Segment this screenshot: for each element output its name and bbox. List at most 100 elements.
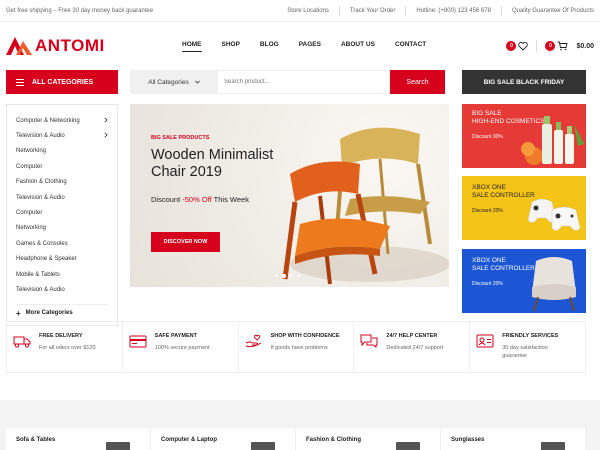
category-list: Computer & Networking Television & Audio N…: [6, 104, 118, 326]
category-label: Mobile & Tablets: [16, 271, 60, 278]
wishlist-button[interactable]: 0: [506, 41, 529, 51]
category-item[interactable]: Games & Consoles: [16, 236, 108, 251]
search-input[interactable]: [218, 70, 390, 94]
category-card[interactable]: Computer & Laptop: [151, 428, 296, 450]
truck-icon: [13, 334, 31, 350]
category-card[interactable]: Sofa & Tables: [6, 428, 151, 450]
category-item[interactable]: Headphone & Speaker: [16, 252, 108, 267]
slider-dot[interactable]: [290, 274, 293, 277]
nav-blog[interactable]: BLOG: [260, 41, 279, 52]
search-button[interactable]: Search: [390, 70, 445, 94]
feature-text: SHOP WITH CONFIDENCE If goods have proble…: [270, 333, 340, 352]
feature-desc: Dedicated 24/7 support: [386, 345, 444, 351]
logo[interactable]: ANTOMI: [6, 36, 166, 56]
feature-item: FRIENDLY SERVICES 30 day satisfaction gua…: [469, 322, 585, 372]
category-item[interactable]: Networking: [16, 221, 108, 236]
discount-suffix: This Week: [211, 195, 249, 204]
discover-now-button[interactable]: DISCOVER NOW: [151, 232, 220, 252]
category-card-label: Sunglasses: [451, 437, 485, 443]
banner-discount: Discount 20%: [472, 281, 503, 287]
category-label: Headphone & Speaker: [16, 256, 77, 263]
menu-icon: [16, 78, 24, 86]
feature-strip: FREE DELIVERY For all oders over $120 SAFE…: [6, 321, 586, 373]
chevron-right-icon: [104, 117, 108, 125]
store-locations-link[interactable]: Store Locations: [287, 8, 329, 14]
feature-title: FREE DELIVERY: [39, 333, 83, 339]
feature-title: 24/7 HELP CENTER: [386, 333, 438, 339]
category-item[interactable]: Television & Audio: [16, 190, 108, 205]
category-label: Computer: [16, 210, 43, 217]
cart-count: 0: [545, 41, 556, 51]
slider-dot[interactable]: [275, 274, 278, 277]
plus-icon: +: [16, 308, 21, 318]
category-cards: Sofa & Tables Computer & Laptop Fashion & …: [6, 428, 586, 450]
category-card-label: Sofa & Tables: [16, 437, 56, 443]
chat-icon: [360, 334, 378, 350]
track-order-link[interactable]: Track Your Order: [350, 8, 395, 14]
banner-line1: XBOX ONE: [472, 184, 506, 191]
hero-title: Wooden Minimalist Chair 2019: [151, 147, 274, 180]
category-item[interactable]: Computer: [16, 159, 108, 174]
banner-xbox-blue[interactable]: XBOX ONE SALE CONTROLLER Discount 20%: [462, 249, 586, 313]
category-item[interactable]: Computer: [16, 205, 108, 220]
banner-xbox-yellow[interactable]: XBOX ONE SALE CONTROLLER Discount 20%: [462, 176, 586, 240]
search-bar: All Categories Search: [130, 70, 445, 94]
category-item[interactable]: Television & Audio: [16, 128, 108, 143]
category-card[interactable]: Fashion & Clothing: [296, 428, 441, 450]
category-card-label: Fashion & Clothing: [306, 437, 361, 443]
divider: [500, 5, 502, 16]
more-categories-link[interactable]: + More Categories: [16, 309, 108, 318]
category-item[interactable]: Computer & Networking: [16, 113, 108, 128]
hand-heart-icon: [245, 334, 263, 350]
category-card-image: [106, 442, 130, 450]
chair-image: [282, 127, 449, 285]
slider-dot[interactable]: [282, 273, 286, 278]
nav-home[interactable]: HOME: [182, 41, 202, 52]
feature-text: SAFE PAYMENT 100% secure payment: [154, 333, 210, 352]
quality-guarantee-link[interactable]: Quality Guarantee Of Products: [512, 8, 594, 14]
category-item[interactable]: Television & Audio: [16, 282, 108, 297]
nav-shop[interactable]: SHOP: [222, 41, 240, 52]
top-bar: Get free shipping – Free 30 day money ba…: [0, 0, 600, 22]
wishlist-count: 0: [506, 41, 517, 51]
hero-tag: BIG SALE PRODUCTS: [151, 135, 210, 141]
feature-item: FREE DELIVERY For all oders over $120: [6, 322, 122, 372]
feature-title: SHOP WITH CONFIDENCE: [270, 333, 340, 339]
category-select[interactable]: All Categories: [130, 70, 218, 94]
cosmetics-image: [521, 116, 584, 165]
nav-about-us[interactable]: ABOUT US: [341, 41, 375, 52]
category-card[interactable]: Sunglasses: [441, 428, 586, 450]
discount-prefix: Discount: [151, 195, 183, 204]
category-item[interactable]: Fashion & Clothing: [16, 175, 108, 190]
category-label: Television & Audio: [16, 133, 65, 140]
slider-dots: [275, 273, 300, 278]
cart-total: $0.00: [576, 42, 594, 50]
banner-line1: XBOX ONE: [472, 257, 506, 264]
top-links: Store Locations Track Your Order Hotline…: [287, 5, 594, 16]
banner-cosmetics[interactable]: BIG SALE HIGH-END COSMETICS Discount 30%: [462, 104, 586, 168]
slider-dot[interactable]: [297, 274, 300, 277]
category-item[interactable]: Mobile & Tablets: [16, 267, 108, 282]
category-label: Networking: [16, 148, 47, 155]
main-header: ANTOMI HOME SHOP BLOG PAGES ABOUT US CON…: [0, 22, 600, 70]
all-categories-button[interactable]: ALL CATEGORIES: [6, 70, 118, 94]
category-item[interactable]: Networking: [16, 144, 108, 159]
feature-text: FRIENDLY SERVICES 30 day satisfaction gua…: [502, 333, 572, 360]
chevron-right-icon: [104, 132, 108, 140]
feature-item: SAFE PAYMENT 100% secure payment: [121, 322, 238, 372]
category-label: Television & Audio: [16, 194, 65, 201]
category-card-image: [396, 442, 420, 450]
category-select-value: All Categories: [148, 78, 189, 86]
divider: [16, 303, 108, 305]
category-card-label: Computer & Laptop: [161, 437, 217, 443]
feature-desc: 30 day satisfaction guarantee: [502, 345, 548, 359]
credit-card-icon: [129, 334, 147, 350]
black-friday-button[interactable]: BIG SALE BLACK FRIDAY: [462, 70, 586, 94]
category-label: Games & Consoles: [16, 240, 68, 247]
nav-pages[interactable]: PAGES: [299, 41, 321, 52]
hero-slider[interactable]: BIG SALE PRODUCTS Wooden Minimalist Chai…: [130, 104, 449, 287]
cart-button[interactable]: 0 $0.00: [545, 41, 594, 51]
logo-mark-icon: [6, 37, 32, 55]
nav-contact[interactable]: CONTACT: [395, 41, 426, 52]
feature-desc: 100% secure payment: [154, 345, 210, 351]
